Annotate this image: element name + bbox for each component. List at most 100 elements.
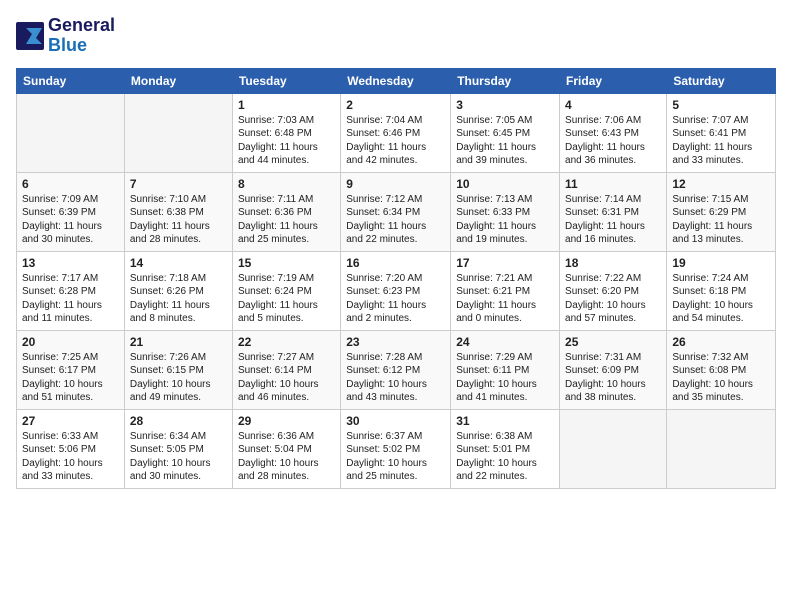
- day-cell: 30 Sunrise: 6:37 AM Sunset: 5:02 PM Dayli…: [341, 409, 451, 488]
- day-info: Sunrise: 7:27 AM Sunset: 6:14 PM Dayligh…: [238, 351, 335, 405]
- page-header: General Blue: [16, 16, 776, 56]
- day-number: 27: [22, 414, 119, 428]
- calendar-header-row: SundayMondayTuesdayWednesdayThursdayFrid…: [17, 68, 776, 93]
- day-cell: 3Sunrise: 7:05 AM Sunset: 6:45 PM Daylig…: [451, 93, 560, 172]
- logo-line2: Blue: [48, 35, 87, 55]
- day-number: 26: [672, 335, 770, 349]
- day-cell: 25Sunrise: 7:31 AM Sunset: 6:09 PM Dayli…: [560, 330, 667, 409]
- day-cell: [17, 93, 125, 172]
- day-cell: 20Sunrise: 7:25 AM Sunset: 6:17 PM Dayli…: [17, 330, 125, 409]
- day-number: 28: [130, 414, 227, 428]
- day-cell: 14Sunrise: 7:18 AM Sunset: 6:26 PM Dayli…: [124, 251, 232, 330]
- day-cell: 22 Sunrise: 7:27 AM Sunset: 6:14 PM Dayli…: [232, 330, 340, 409]
- day-number: 3: [456, 98, 554, 112]
- day-cell: 24 Sunrise: 7:29 AM Sunset: 6:11 PM Dayli…: [451, 330, 560, 409]
- day-info: Sunrise: 6:37 AM Sunset: 5:02 PM Dayligh…: [346, 430, 445, 484]
- day-info: Sunrise: 7:28 AM Sunset: 6:12 PM Dayligh…: [346, 351, 445, 405]
- day-info: Sunrise: 7:19 AM Sunset: 6:24 PM Dayligh…: [238, 272, 335, 326]
- day-number: 12: [672, 177, 770, 191]
- day-cell: 16 Sunrise: 7:20 AM Sunset: 6:23 PM Dayli…: [341, 251, 451, 330]
- day-number: 16: [346, 256, 445, 270]
- day-info: Sunrise: 7:10 AM Sunset: 6:38 PM Dayligh…: [130, 193, 227, 247]
- day-number: 1: [238, 98, 335, 112]
- day-number: 19: [672, 256, 770, 270]
- day-number: 4: [565, 98, 661, 112]
- day-info: Sunrise: 7:24 AM Sunset: 6:18 PM Dayligh…: [672, 272, 770, 326]
- day-info: Sunrise: 6:33 AM Sunset: 5:06 PM Dayligh…: [22, 430, 119, 484]
- day-cell: 17Sunrise: 7:21 AM Sunset: 6:21 PM Dayli…: [451, 251, 560, 330]
- day-cell: 2 Sunrise: 7:04 AM Sunset: 6:46 PM Daylig…: [341, 93, 451, 172]
- day-number: 14: [130, 256, 227, 270]
- day-number: 18: [565, 256, 661, 270]
- week-row-1: 1 Sunrise: 7:03 AM Sunset: 6:48 PM Daylig…: [17, 93, 776, 172]
- day-cell: 5 Sunrise: 7:07 AM Sunset: 6:41 PM Daylig…: [667, 93, 776, 172]
- day-cell: 10Sunrise: 7:13 AM Sunset: 6:33 PM Dayli…: [451, 172, 560, 251]
- day-cell: 29 Sunrise: 6:36 AM Sunset: 5:04 PM Dayli…: [232, 409, 340, 488]
- day-number: 20: [22, 335, 119, 349]
- day-cell: 21Sunrise: 7:26 AM Sunset: 6:15 PM Dayli…: [124, 330, 232, 409]
- logo: General Blue: [16, 16, 115, 56]
- day-info: Sunrise: 7:07 AM Sunset: 6:41 PM Dayligh…: [672, 114, 770, 168]
- logo-icon: [16, 22, 44, 50]
- day-cell: 1 Sunrise: 7:03 AM Sunset: 6:48 PM Daylig…: [232, 93, 340, 172]
- day-cell: 19 Sunrise: 7:24 AM Sunset: 6:18 PM Dayli…: [667, 251, 776, 330]
- col-header-friday: Friday: [560, 68, 667, 93]
- day-number: 29: [238, 414, 335, 428]
- day-info: Sunrise: 7:11 AM Sunset: 6:36 PM Dayligh…: [238, 193, 335, 247]
- day-cell: 12 Sunrise: 7:15 AM Sunset: 6:29 PM Dayli…: [667, 172, 776, 251]
- day-info: Sunrise: 6:36 AM Sunset: 5:04 PM Dayligh…: [238, 430, 335, 484]
- day-number: 17: [456, 256, 554, 270]
- day-cell: [560, 409, 667, 488]
- day-number: 24: [456, 335, 554, 349]
- day-number: 22: [238, 335, 335, 349]
- day-cell: 6 Sunrise: 7:09 AM Sunset: 6:39 PM Daylig…: [17, 172, 125, 251]
- col-header-sunday: Sunday: [17, 68, 125, 93]
- day-number: 31: [456, 414, 554, 428]
- day-info: Sunrise: 6:38 AM Sunset: 5:01 PM Dayligh…: [456, 430, 554, 484]
- day-info: Sunrise: 7:04 AM Sunset: 6:46 PM Dayligh…: [346, 114, 445, 168]
- day-info: Sunrise: 7:12 AM Sunset: 6:34 PM Dayligh…: [346, 193, 445, 247]
- day-number: 11: [565, 177, 661, 191]
- col-header-tuesday: Tuesday: [232, 68, 340, 93]
- week-row-5: 27 Sunrise: 6:33 AM Sunset: 5:06 PM Dayli…: [17, 409, 776, 488]
- day-info: Sunrise: 7:09 AM Sunset: 6:39 PM Dayligh…: [22, 193, 119, 247]
- calendar: SundayMondayTuesdayWednesdayThursdayFrid…: [16, 68, 776, 489]
- day-cell: [124, 93, 232, 172]
- day-info: Sunrise: 7:17 AM Sunset: 6:28 PM Dayligh…: [22, 272, 119, 326]
- day-cell: 7Sunrise: 7:10 AM Sunset: 6:38 PM Daylig…: [124, 172, 232, 251]
- day-number: 21: [130, 335, 227, 349]
- day-cell: [667, 409, 776, 488]
- day-cell: 4Sunrise: 7:06 AM Sunset: 6:43 PM Daylig…: [560, 93, 667, 172]
- day-number: 8: [238, 177, 335, 191]
- day-info: Sunrise: 7:03 AM Sunset: 6:48 PM Dayligh…: [238, 114, 335, 168]
- day-cell: 31 Sunrise: 6:38 AM Sunset: 5:01 PM Dayli…: [451, 409, 560, 488]
- logo-line1: General: [48, 16, 115, 36]
- day-cell: 28 Sunrise: 6:34 AM Sunset: 5:05 PM Dayli…: [124, 409, 232, 488]
- day-number: 5: [672, 98, 770, 112]
- day-number: 6: [22, 177, 119, 191]
- col-header-wednesday: Wednesday: [341, 68, 451, 93]
- day-cell: 27 Sunrise: 6:33 AM Sunset: 5:06 PM Dayli…: [17, 409, 125, 488]
- day-info: Sunrise: 7:31 AM Sunset: 6:09 PM Dayligh…: [565, 351, 661, 405]
- week-row-4: 20Sunrise: 7:25 AM Sunset: 6:17 PM Dayli…: [17, 330, 776, 409]
- day-number: 15: [238, 256, 335, 270]
- day-info: Sunrise: 7:32 AM Sunset: 6:08 PM Dayligh…: [672, 351, 770, 405]
- day-info: Sunrise: 7:15 AM Sunset: 6:29 PM Dayligh…: [672, 193, 770, 247]
- day-number: 2: [346, 98, 445, 112]
- day-info: Sunrise: 6:34 AM Sunset: 5:05 PM Dayligh…: [130, 430, 227, 484]
- day-cell: 26 Sunrise: 7:32 AM Sunset: 6:08 PM Dayli…: [667, 330, 776, 409]
- day-info: Sunrise: 7:14 AM Sunset: 6:31 PM Dayligh…: [565, 193, 661, 247]
- day-number: 30: [346, 414, 445, 428]
- col-header-thursday: Thursday: [451, 68, 560, 93]
- day-cell: 9Sunrise: 7:12 AM Sunset: 6:34 PM Daylig…: [341, 172, 451, 251]
- day-info: Sunrise: 7:29 AM Sunset: 6:11 PM Dayligh…: [456, 351, 554, 405]
- day-cell: 13 Sunrise: 7:17 AM Sunset: 6:28 PM Dayli…: [17, 251, 125, 330]
- week-row-3: 13 Sunrise: 7:17 AM Sunset: 6:28 PM Dayli…: [17, 251, 776, 330]
- day-info: Sunrise: 7:22 AM Sunset: 6:20 PM Dayligh…: [565, 272, 661, 326]
- day-number: 13: [22, 256, 119, 270]
- week-row-2: 6 Sunrise: 7:09 AM Sunset: 6:39 PM Daylig…: [17, 172, 776, 251]
- day-cell: 23Sunrise: 7:28 AM Sunset: 6:12 PM Dayli…: [341, 330, 451, 409]
- day-cell: 15 Sunrise: 7:19 AM Sunset: 6:24 PM Dayli…: [232, 251, 340, 330]
- day-info: Sunrise: 7:20 AM Sunset: 6:23 PM Dayligh…: [346, 272, 445, 326]
- day-cell: 11 Sunrise: 7:14 AM Sunset: 6:31 PM Dayli…: [560, 172, 667, 251]
